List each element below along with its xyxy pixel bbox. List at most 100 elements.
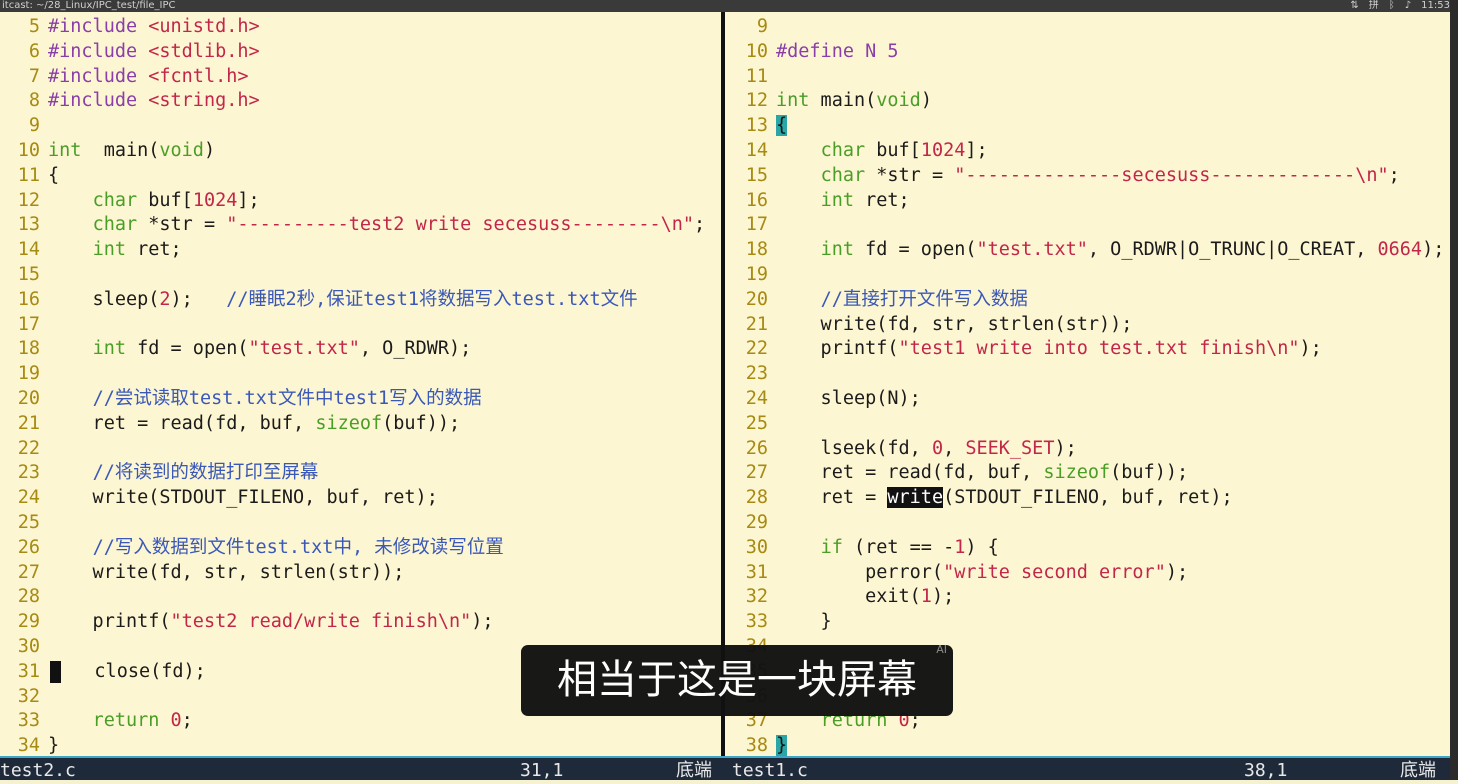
code-line[interactable]: 26 lseek(fd, 0, SEEK_SET);: [728, 436, 1077, 461]
code-token: ;: [1388, 164, 1400, 186]
code-token: );: [170, 288, 227, 310]
code-token: main(: [81, 140, 160, 161]
code-line[interactable]: 9: [728, 14, 776, 39]
code-token: int: [820, 239, 854, 261]
code-token: #include: [48, 65, 149, 87]
code-line[interactable]: 28: [0, 584, 48, 609]
code-line[interactable]: 16 int ret;: [728, 188, 910, 213]
code-token: );: [471, 611, 494, 633]
right-cursor-position: 38,1: [1244, 760, 1288, 781]
code-line[interactable]: 33 return 0;: [0, 708, 193, 733]
line-number: 22: [17, 437, 40, 459]
code-line[interactable]: 22 printf("test1 write into test.txt fin…: [728, 336, 1322, 361]
subtitle-text: 相当于这是一块屏幕: [557, 657, 917, 703]
window-edge: [1450, 0, 1458, 780]
code-line[interactable]: 32: [0, 684, 48, 709]
code-line[interactable]: 23: [728, 361, 776, 386]
code-line[interactable]: 11 {: [0, 163, 59, 188]
code-line[interactable]: 13 char *str = "----------test2 write se…: [0, 212, 705, 237]
code-line[interactable]: 15: [0, 262, 48, 287]
code-token: 1024: [920, 140, 966, 161]
code-line[interactable]: 25: [728, 411, 776, 436]
code-line[interactable]: 21 write(fd, str, strlen(str));: [728, 312, 1133, 337]
volume-icon[interactable]: ♪: [1405, 0, 1411, 12]
code-line[interactable]: 12 int main(void): [728, 88, 932, 113]
code-line[interactable]: 7 #include <fcntl.h>: [0, 64, 249, 89]
code-line[interactable]: 9: [0, 113, 48, 138]
network-icon[interactable]: ⇅: [1350, 0, 1358, 12]
code-line[interactable]: 27 ret = read(fd, buf, sizeof(buf));: [728, 460, 1188, 485]
code-line[interactable]: 17: [728, 212, 776, 237]
code-token: 1: [954, 536, 966, 558]
line-number: 24: [17, 487, 40, 509]
code-line[interactable]: 5 #include <unistd.h>: [0, 14, 260, 39]
code-line[interactable]: 25: [0, 510, 48, 535]
code-line[interactable]: 28 ret = write(STDOUT_FILENO, buf, ret);: [728, 485, 1233, 510]
code-line[interactable]: 29: [728, 510, 776, 535]
code-token: #define N 5: [776, 40, 899, 62]
code-line[interactable]: 10 #define N 5: [728, 39, 899, 64]
line-number: 18: [745, 239, 768, 261]
line-number: 33: [745, 611, 768, 633]
code-token: if: [820, 536, 843, 558]
code-line[interactable]: 29 printf("test2 read/write finish\n");: [0, 609, 494, 634]
code-line[interactable]: 27 write(fd, str, strlen(str));: [0, 560, 405, 585]
code-line[interactable]: 24 sleep(N);: [728, 386, 921, 411]
code-token: int: [48, 140, 82, 161]
code-token: "--------------secesuss-------------\n": [954, 164, 1389, 186]
code-line[interactable]: 19: [728, 262, 776, 287]
code-line[interactable]: 21 ret = read(fd, buf, sizeof(buf));: [0, 411, 460, 436]
code-line[interactable]: 18 int fd = open("test.txt", O_RDWR|O_TR…: [728, 237, 1445, 262]
code-line[interactable]: 19: [0, 361, 48, 386]
code-line[interactable]: 20 //尝试读取test.txt文件中test1写入的数据: [0, 386, 482, 411]
code-line[interactable]: 12 char buf[1024];: [0, 188, 260, 213]
code-line[interactable]: 10 int main(void): [0, 138, 215, 163]
code-line[interactable]: 8 #include <string.h>: [0, 88, 260, 113]
code-token: (ret == -: [842, 536, 955, 558]
code-line[interactable]: 11: [728, 64, 776, 89]
bluetooth-icon[interactable]: ᛒ: [1389, 0, 1395, 12]
code-line[interactable]: 14 int ret;: [0, 237, 182, 262]
input-method-indicator[interactable]: 拼: [1369, 0, 1379, 12]
code-line[interactable]: 31 perror("write second error");: [728, 560, 1188, 585]
line-number: 33: [17, 710, 40, 732]
code-line[interactable]: 6 #include <stdlib.h>: [0, 39, 260, 64]
code-token: <stdlib.h>: [148, 40, 260, 62]
line-number: 23: [745, 363, 768, 385]
code-line[interactable]: 38}: [728, 733, 788, 756]
code-line[interactable]: 16 sleep(2); //睡眠2秒,保证test1将数据写入test.txt…: [0, 287, 638, 312]
code-line[interactable]: 23 //将读到的数据打印至屏幕: [0, 460, 319, 485]
code-token: ;: [181, 710, 193, 732]
code-token: 2: [159, 288, 171, 310]
code-line[interactable]: 17: [0, 312, 48, 337]
code-token: ret;: [853, 189, 910, 211]
code-line[interactable]: 26 //写入数据到文件test.txt中, 未修改读写位置: [0, 535, 504, 560]
code-line[interactable]: 24 write(STDOUT_FILENO, buf, ret);: [0, 485, 438, 510]
code-line[interactable]: 20 //直接打开文件写入数据: [728, 287, 1028, 312]
code-line[interactable]: 13 {: [728, 113, 788, 138]
code-line[interactable]: 18 int fd = open("test.txt", O_RDWR);: [0, 336, 472, 361]
clock[interactable]: 11:53: [1421, 0, 1450, 12]
line-number: 19: [745, 264, 768, 285]
code-line[interactable]: 15 char *str = "--------------secesuss--…: [728, 163, 1400, 188]
code-line[interactable]: 34}: [0, 733, 59, 756]
code-line[interactable]: 33 }: [728, 609, 832, 634]
code-line[interactable]: 31 close(fd);: [0, 659, 206, 684]
code-token: main(: [809, 90, 877, 112]
code-token: }: [48, 735, 60, 756]
code-token: int: [820, 189, 854, 211]
code-line[interactable]: 14 char buf[1024];: [728, 138, 988, 163]
code-token: perror(: [776, 561, 944, 583]
code-line[interactable]: 30 if (ret == -1) {: [728, 535, 999, 560]
line-number: 26: [17, 536, 40, 558]
code-line[interactable]: 30: [0, 634, 48, 659]
line-number: 32: [17, 685, 40, 707]
line-number: 16: [745, 189, 768, 211]
line-number: 12: [745, 90, 768, 112]
code-line[interactable]: 32 exit(1);: [728, 584, 955, 609]
code-line[interactable]: 22: [0, 436, 48, 461]
code-token: ret;: [125, 239, 182, 261]
